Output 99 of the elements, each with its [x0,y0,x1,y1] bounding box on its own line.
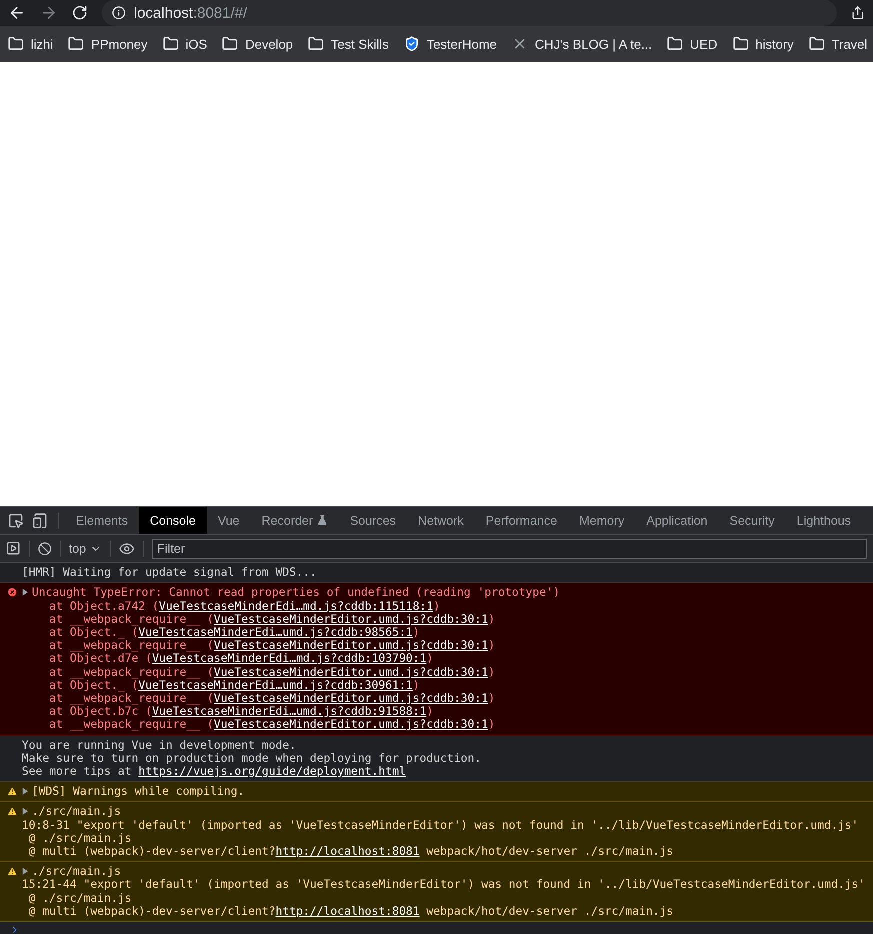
bookmark[interactable]: lizhi [8,36,54,52]
folder-icon [68,36,84,52]
clear-console-icon[interactable] [38,542,52,556]
disclosure-triangle-icon[interactable] [22,589,29,596]
console-text: ./src/main.js [32,805,122,819]
console-text: webpack/hot/dev-server ./src/main.js [426,904,674,918]
warning-icon [6,806,18,818]
source-link[interactable]: http://localhost:8081 [276,904,420,918]
console-text: at __webpack_require__ ( [48,718,214,732]
reload-icon[interactable] [72,5,88,21]
bookmark[interactable]: iOS [162,36,208,52]
source-link[interactable]: VueTestcaseMinderEditor.umd.js?cddb:30:1 [214,692,488,706]
forward-icon[interactable] [40,4,58,22]
console-text: at Object._ ( [48,626,139,640]
console-text: @ ./src/main.js [28,892,132,905]
console-text: ./src/main.js [32,865,122,878]
source-link[interactable]: VueTestcaseMinderEditor.umd.js?cddb:30:1 [214,639,488,652]
devtools-tab[interactable]: Lighthous [786,507,862,534]
console-text: at Object.a742 ( [48,600,160,613]
console-text: 10:8-31 "export 'default' (imported as 'VueTestcaseMinderEditor') was not found in '../lib/VueTestcaseMinderEditor.umd.js' [22,818,859,832]
warning-icon [6,866,18,878]
bookmark[interactable]: TesterHome [404,36,498,52]
console-text: ) [488,639,496,652]
console-text: at __webpack_require__ ( [48,692,214,706]
console-text: You are running Vue in development mode. [22,738,296,752]
source-link[interactable]: VueTestcaseMinderEditor.umd.js?cddb:30:1 [214,718,488,732]
console-text: at __webpack_require__ ( [48,612,214,626]
source-link[interactable]: VueTestcaseMinderEdi…umd.js?cddb:91588:1 [152,705,427,718]
bookmark[interactable]: Develop [222,36,294,52]
back-icon[interactable] [8,4,26,22]
source-link[interactable]: http://localhost:8081 [276,844,420,858]
console-text: ) [488,666,496,679]
console-text: at Object.b7c ( [48,705,152,718]
console-text: ) [426,705,434,718]
source-link[interactable]: VueTestcaseMinderEdi…umd.js?cddb:30961:1 [138,678,413,692]
warning-icon [6,786,18,798]
console-text: webpack/hot/dev-server ./src/main.js [426,844,674,858]
disclosure-triangle-icon[interactable] [22,788,29,796]
source-link[interactable]: VueTestcaseMinderEditor.umd.js?cddb:30:1 [214,612,488,626]
console-text: ) [488,718,496,732]
flask-icon [317,515,328,526]
folder-icon [808,36,825,52]
console-text: [WDS] Warnings while compiling. [32,785,245,798]
console-text: at Object.d7e ( [48,652,152,666]
devtools-tab[interactable]: Security [718,507,786,534]
shield-icon [404,36,420,52]
source-link[interactable]: VueTestcaseMinderEdi…md.js?cddb:115118:1 [159,600,434,613]
eye-icon[interactable] [119,540,136,557]
source-link[interactable]: VueTestcaseMinderEdi…umd.js?cddb:98565:1 [138,626,413,640]
info-icon[interactable] [112,6,126,20]
devtools-tab[interactable]: Elements [65,507,140,534]
console-text: Uncaught TypeError: Cannot read properties of undefined (reading 'prototype') [32,586,560,600]
devtools-tab[interactable]: Vue [206,507,251,534]
bookmark[interactable]: CHJ's BLOG | A te... [512,36,652,52]
console-text: at __webpack_require__ ( [48,639,214,652]
devtools-tab[interactable]: Memory [568,507,636,534]
console-text: ) [488,692,496,706]
console-text: 15:21-44 "export 'default' (imported as 'VueTestcaseMinderEditor') was not found in '../lib/VueTestcaseMinderEditor.umd.js' [22,878,866,892]
folder-icon [667,36,684,52]
console-text: at __webpack_require__ ( [48,666,214,679]
devtools-tab[interactable]: Application [636,507,719,534]
bookmark[interactable]: PPmoney [68,36,148,52]
console-text: [HMR] Waiting for update signal from WDS... [22,566,317,580]
error-icon [6,587,18,598]
console-text: at Object._ ( [48,678,139,692]
source-link[interactable]: https://vuejs.org/guide/deployment.html [138,764,406,778]
sidebar-toggle-icon[interactable] [6,541,21,556]
folder-icon [8,36,24,52]
console-text: ) [426,652,434,666]
devtools-tab[interactable]: Recorder [250,507,340,534]
share-icon[interactable] [851,6,865,20]
source-link[interactable]: VueTestcaseMinderEditor.umd.js?cddb:30:1 [214,666,488,679]
filter-field[interactable]: Filter [152,538,867,559]
devtools-tab[interactable]: Network [407,507,475,534]
folder-icon [222,36,238,52]
console-text: See more tips at [22,764,133,778]
folder-icon [732,36,749,52]
address-bar[interactable]: localhost:8081/#/ [102,0,837,26]
disclosure-triangle-icon[interactable] [22,868,29,876]
context-selector[interactable]: top [69,542,102,556]
devtools-tab[interactable]: Performance [474,507,568,534]
console-text: ) [488,612,496,626]
bookmark[interactable]: Test Skills [308,36,389,52]
disclosure-triangle-icon[interactable] [22,808,29,816]
devtools-tab[interactable]: Console [139,507,207,534]
console-text: @ multi (webpack)-dev-server/client? [28,904,276,918]
source-link[interactable]: VueTestcaseMinderEdi…md.js?cddb:103790:1 [152,652,427,666]
folder-icon [308,36,324,52]
console-text: Make sure to turn on production mode when deploying for production. [22,752,482,765]
console-text: ) [412,626,420,640]
console-text: @ multi (webpack)-dev-server/client? [28,844,276,858]
bookmark[interactable]: Travel [808,36,868,52]
console-text: ) [433,600,440,613]
devtools-tab[interactable]: Sources [339,507,408,534]
console-text: @ ./src/main.js [28,832,132,845]
bookmark[interactable]: history [732,36,794,52]
folder-icon [162,36,179,52]
bookmark[interactable]: UED [667,36,718,52]
console-text: ) [412,678,420,692]
